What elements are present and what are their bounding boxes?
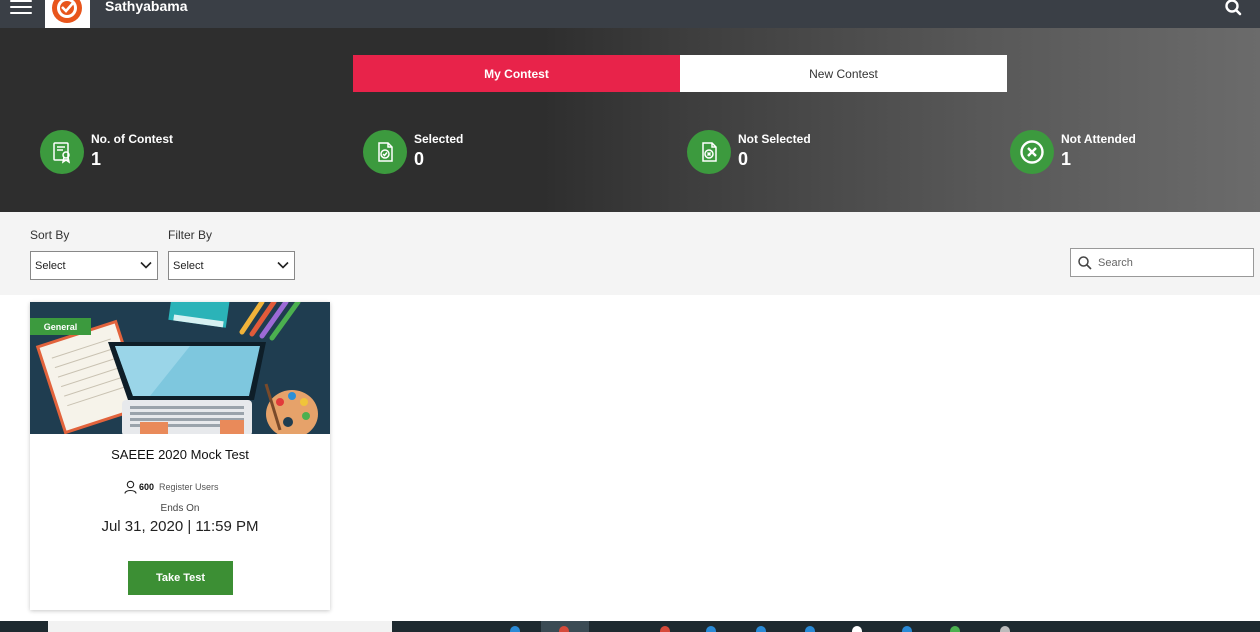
filter-by-label: Filter By xyxy=(168,228,213,242)
stat-label: Selected xyxy=(414,132,464,146)
ends-on-date: Jul 31, 2020 | 11:59 PM xyxy=(101,518,259,535)
check-circle-logo-icon[interactable] xyxy=(45,0,90,28)
stat-value: 0 xyxy=(738,149,749,169)
take-test-button[interactable]: Take Test xyxy=(128,561,233,595)
stat-label: Not Selected xyxy=(738,132,811,146)
taskbar-app-icon[interactable] xyxy=(660,626,670,632)
users-label: Register Users xyxy=(159,482,219,492)
registered-users: 600 Register Users xyxy=(124,480,219,494)
brand-name: Sathyabama xyxy=(105,0,188,14)
stat-label: Not Attended xyxy=(1061,132,1136,146)
taskbar-app-icon[interactable] xyxy=(706,626,716,632)
stat-value: 0 xyxy=(414,149,425,169)
search-icon[interactable] xyxy=(1224,0,1244,18)
contest-card: General SAEEE 2020 Mock Test 600 Registe… xyxy=(30,302,330,610)
document-cross-icon xyxy=(687,130,731,174)
taskbar-app-icon[interactable] xyxy=(756,626,766,632)
contest-tabs: My Contest New Contest xyxy=(353,55,1007,92)
taskbar-search[interactable] xyxy=(48,621,392,632)
taskbar-app-icon[interactable] xyxy=(950,626,960,632)
contest-search-box[interactable] xyxy=(1070,248,1254,277)
stat-value: 1 xyxy=(91,149,102,169)
filter-bar: Sort By Select Filter By Select xyxy=(0,212,1260,295)
search-icon xyxy=(1078,255,1092,270)
hamburger-menu-icon[interactable] xyxy=(10,0,32,18)
users-count: 600 xyxy=(139,482,155,492)
search-input[interactable] xyxy=(1098,256,1248,269)
contest-summary-banner: My Contest New Contest No. of Contest 1 … xyxy=(0,28,1260,212)
tab-new-contest[interactable]: New Contest xyxy=(680,55,1007,92)
sort-by-label: Sort By xyxy=(30,228,70,242)
taskbar-app-icon[interactable] xyxy=(805,626,815,632)
os-taskbar xyxy=(0,621,1260,632)
cross-circle-icon xyxy=(1010,130,1054,174)
taskbar-app-icon[interactable] xyxy=(852,626,862,632)
user-icon xyxy=(124,480,137,494)
taskbar-app-icon[interactable] xyxy=(902,626,912,632)
chevron-down-icon xyxy=(140,261,152,269)
sort-by-select[interactable]: Select xyxy=(30,251,158,280)
taskbar-app-icon[interactable] xyxy=(559,626,569,632)
tab-my-contest[interactable]: My Contest xyxy=(353,55,680,92)
laptop-stationery-illustration: General xyxy=(30,302,330,434)
taskbar-app-icon[interactable] xyxy=(510,626,520,632)
filter-by-value: Select xyxy=(173,259,204,272)
ends-on-label: Ends On xyxy=(160,503,200,514)
contest-title: SAEEE 2020 Mock Test xyxy=(111,447,249,462)
sort-by-value: Select xyxy=(35,259,66,272)
taskbar-app-icon[interactable] xyxy=(1000,626,1010,632)
chevron-down-icon xyxy=(277,261,289,269)
category-badge: General xyxy=(30,318,91,335)
filter-by-select[interactable]: Select xyxy=(168,251,295,280)
top-navbar: Sathyabama xyxy=(0,0,1260,28)
certificate-icon xyxy=(40,130,84,174)
stat-label: No. of Contest xyxy=(91,132,173,146)
stat-value: 1 xyxy=(1061,149,1072,169)
document-check-icon xyxy=(363,130,407,174)
